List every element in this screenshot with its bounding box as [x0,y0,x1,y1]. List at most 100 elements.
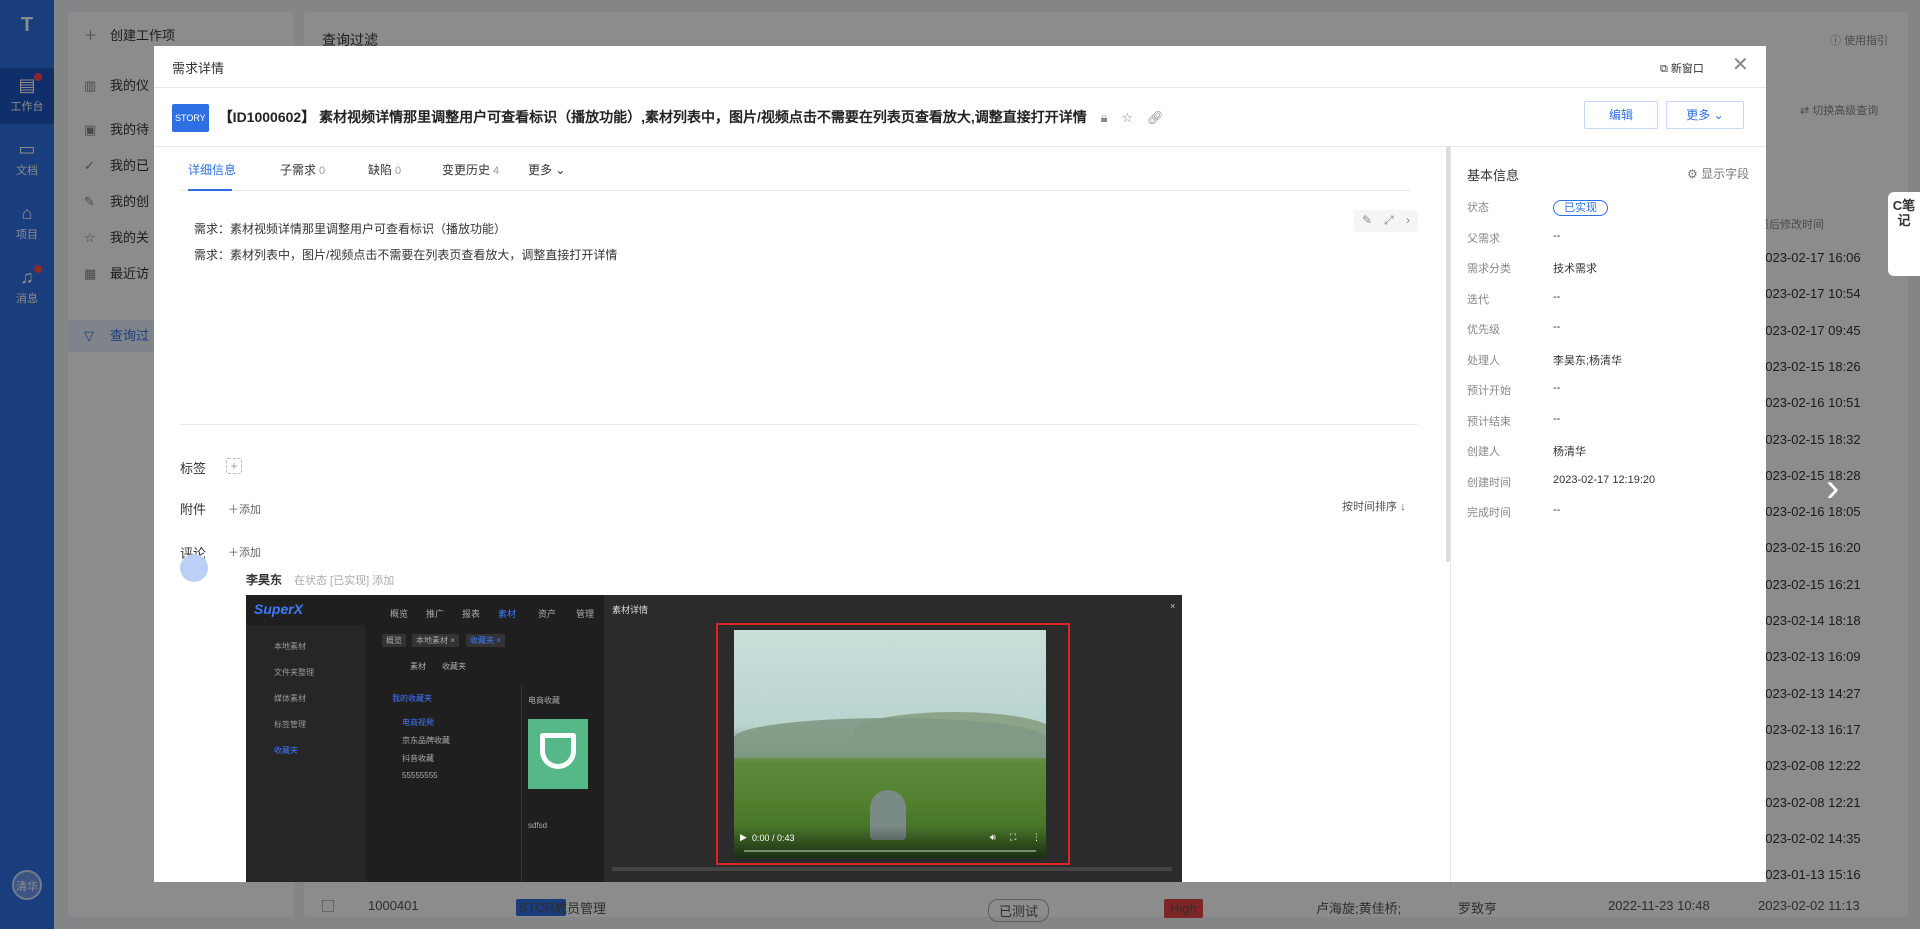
screenshot-nav-item: 管理 [576,609,595,619]
status-badge[interactable]: 已实现 [1553,199,1608,216]
tab-details[interactable]: 详细信息 [188,161,236,178]
screenshot-sidebar: 本地素材 文件夹整理 媒体素材 标签管理 收藏夹 [246,625,366,882]
show-fields-button[interactable]: ⚙ 显示字段 [1687,165,1749,182]
description-toolbar: ✎ ⤢ › [1354,210,1418,232]
screenshot-subtab: 收藏夹 [442,662,466,671]
field-value[interactable]: 技术需求 [1553,260,1597,276]
field-label: 创建时间 [1467,476,1511,489]
field-label: 创建人 [1467,446,1500,458]
notes-button[interactable]: C笔记 [1888,192,1920,276]
field-label: 迭代 [1467,293,1489,306]
screenshot-folder: 抖音收藏 [402,754,434,763]
screenshot-crumb: 概览 [382,634,406,647]
lock-icon[interactable]: 🔒︎ [1101,110,1108,125]
modal-title: 需求详情 [172,61,225,76]
detail-pane: 详细信息 子需求 0 缺陷 0 变更历史 4 更多 ⌄ ✎ ⤢ › 需求：素材视频详情… [154,147,1450,882]
screenshot-folder: 京东品牌收藏 [402,736,450,745]
comment-meta: 在状态 [已实现] 添加 [294,575,395,587]
divider [180,424,1418,425]
screenshot-side-item: 媒体素材 [274,694,306,703]
screenshot-side-item: 收藏夹 [274,746,298,755]
screenshot-nav-item: 概览 [390,609,409,619]
attachments-title: 附件 [180,502,207,517]
screenshot-side-item: 文件夹整理 [274,668,314,677]
window-icon: ⧉ [1660,63,1668,75]
field-value[interactable]: 李昊东;杨清华 [1553,352,1622,368]
add-label-button[interactable]: + [226,458,242,474]
avatar [180,554,208,582]
detail-tabs: 详细信息 子需求 0 缺陷 0 变更历史 4 更多 ⌄ [180,147,1410,191]
screenshot-crumb: 收藏夹 × [466,634,505,647]
field-label: 状态 [1467,202,1489,214]
description-line: 需求：素材列表中，图片/视频点击不需要在列表页查看放大，调整直接打开详情 [194,248,618,262]
field-label: 父需求 [1467,232,1500,245]
basic-info-panel: 基本信息 ⚙ 显示字段 状态 已实现父需求 -- 需求分类 技术需求迭代 -- 优先级 -- 处… [1450,147,1766,882]
story-detail-modal: 需求详情 ⧉ 新窗口 ✕ STORY 【ID1000602】 素材视频详情那里调整… [154,46,1766,882]
basic-info-title: 基本信息 [1467,168,1520,183]
field-value[interactable]: 杨清华 [1553,443,1586,459]
screenshot-nav-item: 资产 [538,609,557,619]
field-label: 处理人 [1467,354,1500,367]
comment-author: 李昊东 [246,573,283,587]
screenshot-folder: 我的收藏夹 [392,694,432,703]
field-label: 预计开始 [1467,385,1511,397]
tab-history[interactable]: 变更历史 4 [442,161,499,178]
comment-screenshot[interactable]: SuperX 概览 推广 报表 素材 资产 管理 本地素材 文件夹整理 媒体素材… [246,595,1182,882]
field-label: 优先级 [1467,324,1500,336]
gear-icon: ⚙ [1687,167,1698,181]
edit-icon[interactable]: ✎ [1362,213,1372,227]
expand-icon[interactable]: ⤢ [1384,213,1394,228]
screenshot-panel-title: 电商收藏 [528,696,560,705]
scrollbar [612,867,1172,871]
screenshot-subtab: 素材 [410,662,426,671]
heart-logo-icon [540,733,576,769]
field-value[interactable]: -- [1553,504,1560,516]
screenshot-folder: 电商视频 [402,718,434,727]
screenshot-folder: 55555555 [402,771,438,780]
add-comment-button[interactable]: ＋添加 [228,544,261,560]
story-title: STORY 【ID1000602】 素材视频详情那里调整用户可查看标识（播放功能）… [172,104,1572,133]
close-icon: × [1170,601,1176,611]
labels-title: 标签 [180,461,207,476]
more-button[interactable]: 更多 ⌄ [1666,101,1744,129]
new-window-button[interactable]: ⧉ 新窗口 [1660,60,1704,76]
screenshot-crumb: 本地素材 × [412,634,459,647]
plus-icon: ＋ [228,547,239,559]
next-item-arrow-icon[interactable]: › [1826,466,1839,511]
add-attachment-button[interactable]: ＋添加 [228,501,261,517]
active-tab-indicator [188,189,232,191]
screenshot-side-item: 标签管理 [274,720,306,729]
field-value[interactable]: -- [1553,413,1560,425]
screenshot-nav-item: 素材 [498,609,517,619]
field-value[interactable]: -- [1553,291,1560,303]
star-icon[interactable]: ☆ [1121,110,1133,125]
status-pill: 已实现 [1553,200,1608,216]
field-value[interactable]: 2023-02-17 12:19:20 [1553,474,1655,486]
screenshot-nav-item: 报表 [462,609,481,619]
plus-icon: ＋ [228,504,239,516]
edit-button[interactable]: 编辑 [1584,101,1658,129]
description-line: 需求：素材视频详情那里调整用户可查看标识（播放功能） [194,222,507,236]
field-value[interactable]: -- [1553,321,1560,333]
field-value[interactable]: -- [1553,230,1560,242]
tab-defects[interactable]: 缺陷 0 [368,161,401,178]
field-label: 预计结束 [1467,415,1511,428]
field-label: 需求分类 [1467,263,1511,275]
screenshot-folder-column [382,685,522,882]
screenshot-thumbnail [528,719,588,789]
link-icon[interactable]: 🔗︎ [1147,110,1164,125]
tab-more[interactable]: 更多 ⌄ [528,161,565,178]
chevron-down-icon: ⌄ [1713,108,1724,122]
chevron-down-icon: ⌄ [555,163,566,177]
screenshot-brand: SuperX [254,601,304,617]
sort-by-time-button[interactable]: 按时间排序 ↓ [1342,498,1406,514]
modal-header: 需求详情 ⧉ 新窗口 ✕ [154,46,1766,88]
close-icon[interactable]: ✕ [1732,52,1749,77]
field-value[interactable]: -- [1553,382,1560,394]
tab-sub-stories[interactable]: 子需求 0 [280,161,325,178]
chevron-right-icon[interactable]: › [1406,213,1410,227]
story-tag: STORY [172,104,209,133]
field-label: 完成时间 [1467,507,1511,519]
sort-icon: ↓ [1400,501,1406,513]
screenshot-nav-item: 推广 [426,609,445,619]
